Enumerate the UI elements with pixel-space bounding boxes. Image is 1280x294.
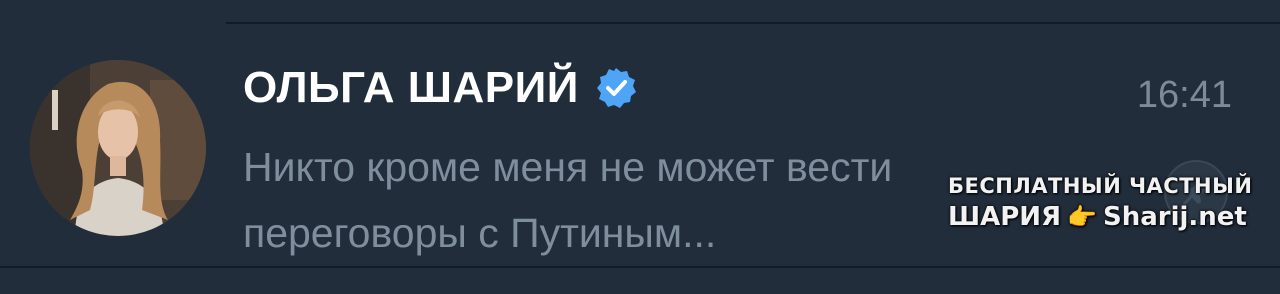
watermark-line-1: БЕСПЛАТНЫЙ ЧАСТНЫЙ <box>948 174 1253 198</box>
watermark-line-2: ШАРИЯ 👉 Sharij.net <box>948 202 1248 232</box>
preview-line-1: Никто кроме меня не может вести <box>243 144 893 190</box>
avatar-image <box>30 60 206 236</box>
watermark-site: Sharij.net <box>1102 202 1247 232</box>
message-time: 16:41 <box>1136 74 1232 116</box>
chat-list-screen: ОЛЬГА ШАРИЙ 16:41 Никто кроме меня не мо… <box>0 0 1280 294</box>
last-message-preview: Никто кроме меня не может вести перегово… <box>243 134 1063 266</box>
verified-badge-icon <box>596 68 636 108</box>
watermark: БЕСПЛАТНЫЙ ЧАСТНЫЙ ШАРИЯ 👉 Sharij.net <box>948 174 1253 232</box>
preview-line-2: переговоры с Путиным... <box>243 210 717 256</box>
avatar[interactable] <box>30 60 206 236</box>
pointing-hand-icon: 👉 <box>1067 203 1097 231</box>
watermark-word: ШАРИЯ <box>948 202 1062 232</box>
divider-bottom <box>0 266 1280 268</box>
chat-title-line: ОЛЬГА ШАРИЙ <box>243 62 637 114</box>
chat-name: ОЛЬГА ШАРИЙ <box>243 63 579 112</box>
